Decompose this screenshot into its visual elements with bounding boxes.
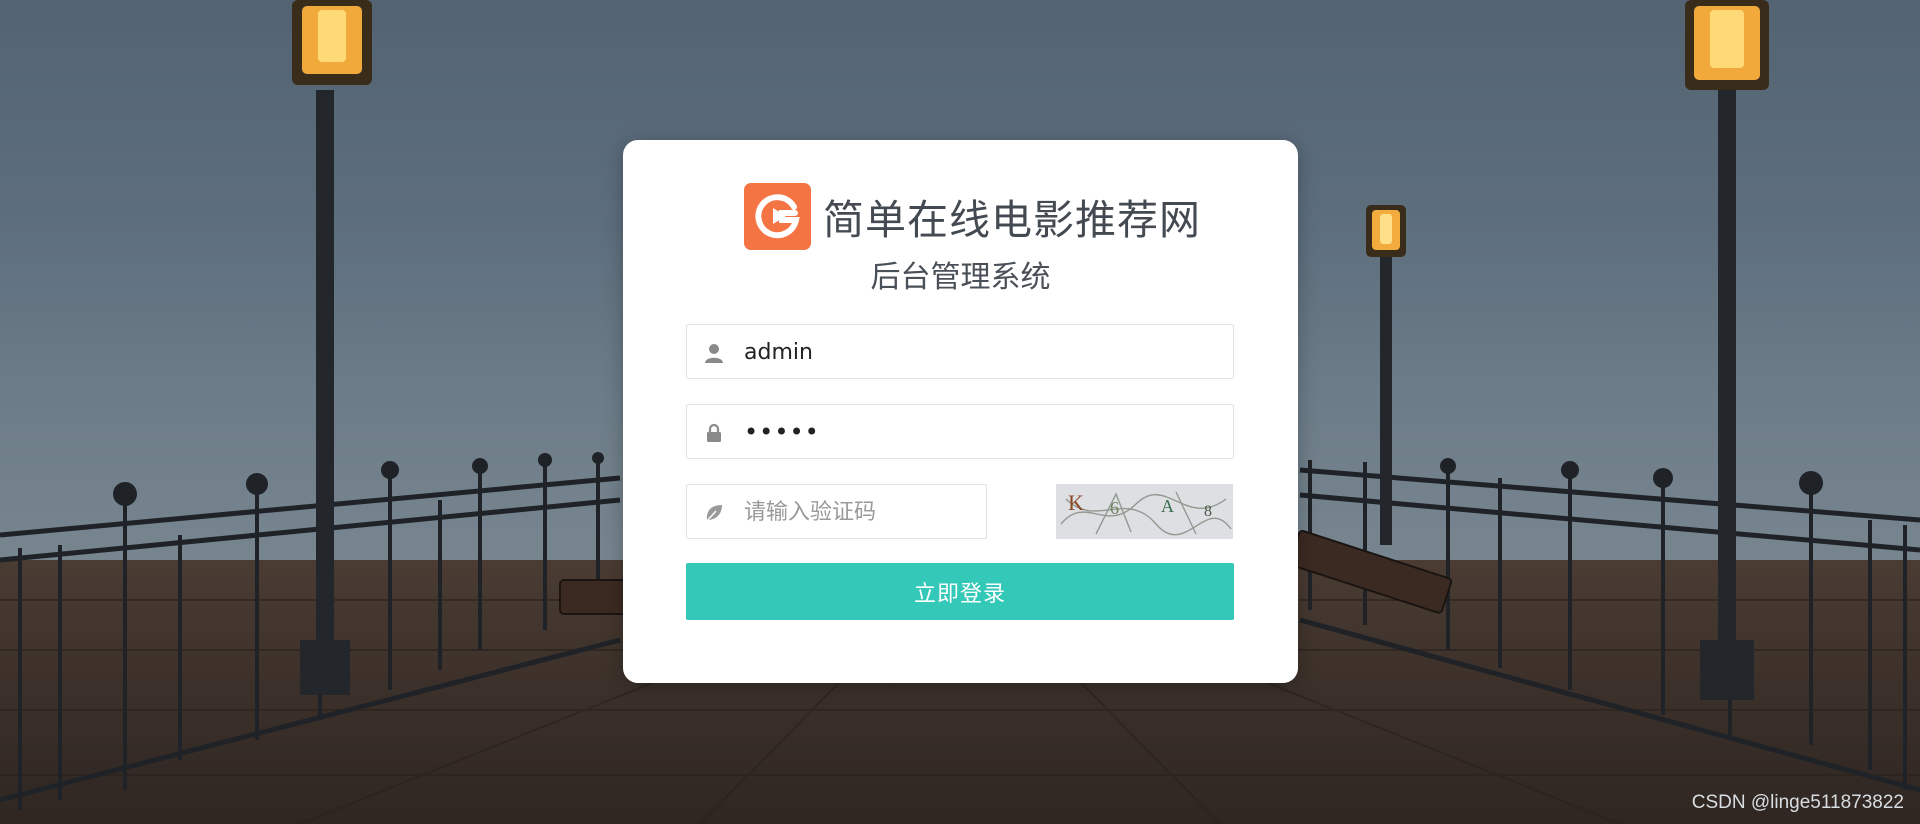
lock-icon xyxy=(703,422,725,444)
password-field[interactable]: ••••• xyxy=(686,404,1234,459)
user-icon xyxy=(703,342,725,364)
brand-header: 简单在线电影推荐网 xyxy=(744,182,1304,250)
svg-text:6: 6 xyxy=(1110,498,1119,518)
captcha-image[interactable]: K 6 A 8 xyxy=(1056,484,1233,539)
username-field[interactable]: admin xyxy=(686,324,1234,379)
csdn-watermark: CSDN @linge511873822 xyxy=(1691,792,1904,813)
captcha-placeholder: 请输入验证码 xyxy=(744,500,877,525)
svg-text:A: A xyxy=(1161,496,1174,516)
captcha-field[interactable]: 请输入验证码 xyxy=(686,484,987,539)
site-logo-icon xyxy=(744,182,811,250)
page-subtitle: 后台管理系统 xyxy=(870,260,1051,295)
leaf-icon xyxy=(703,502,725,524)
svg-text:8: 8 xyxy=(1204,503,1212,520)
password-value: ••••• xyxy=(744,418,820,446)
site-title: 简单在线电影推荐网 xyxy=(823,196,1201,244)
svg-text:K: K xyxy=(1068,490,1084,515)
login-button[interactable]: 立即登录 xyxy=(686,563,1234,620)
username-value: admin xyxy=(744,340,813,365)
